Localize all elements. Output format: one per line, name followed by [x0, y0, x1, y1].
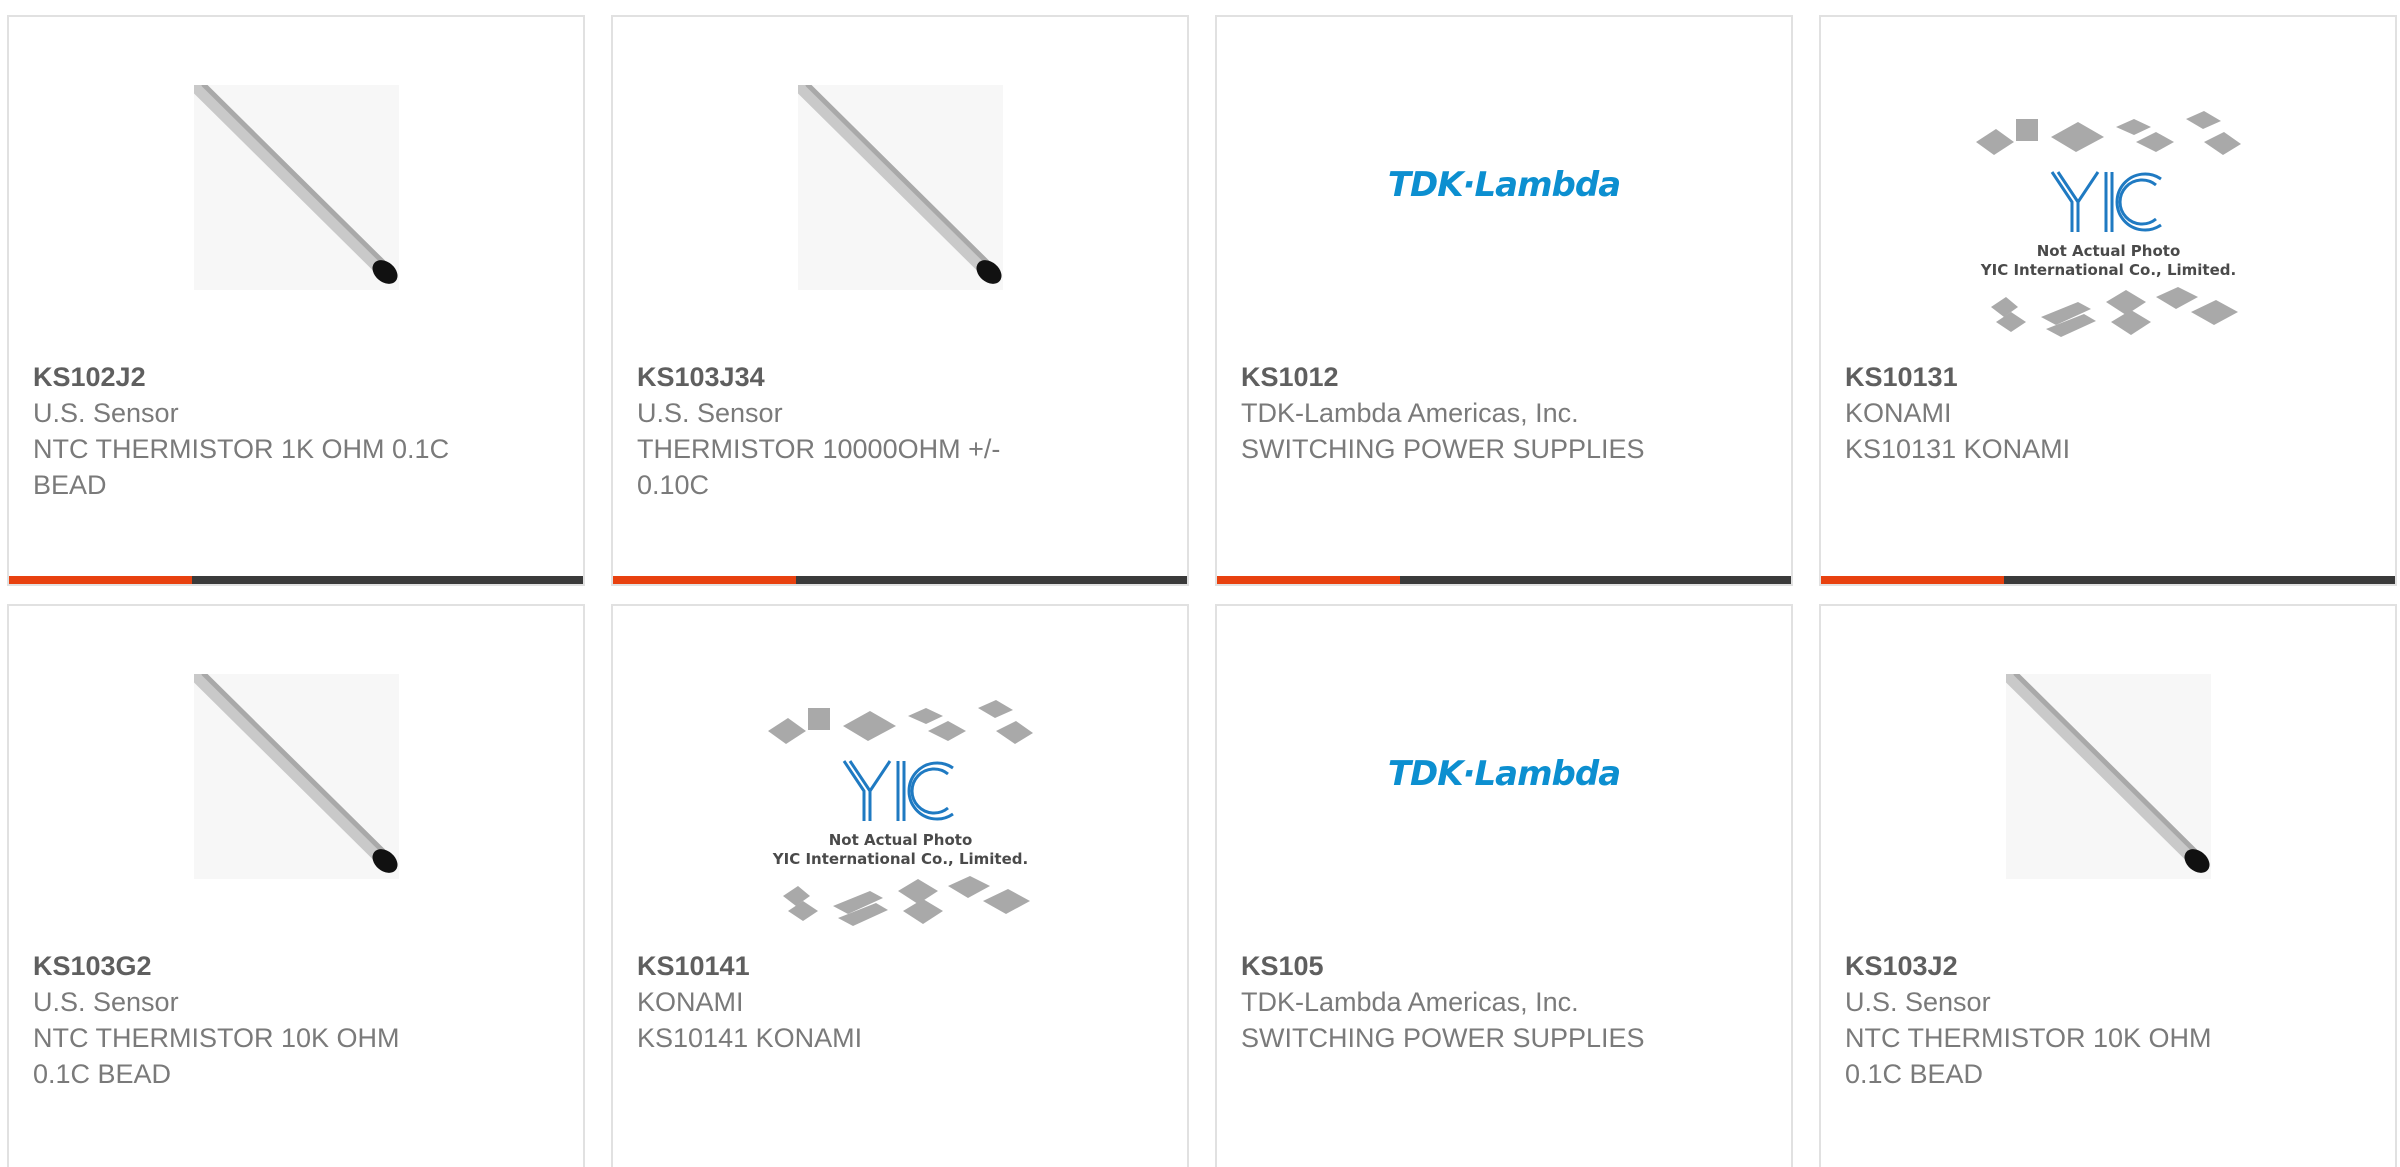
product-info: KS10141 KONAMI KS10141 KONAMI: [637, 948, 1057, 1056]
product-description: NTC THERMISTOR 1K OHM 0.1C BEAD: [33, 434, 450, 500]
manufacturer-name: TDK-Lambda Americas, Inc.: [1241, 398, 1579, 428]
part-number[interactable]: KS105: [1241, 948, 1661, 984]
thermistor-image: [194, 85, 399, 290]
part-number[interactable]: KS102J2: [33, 359, 453, 395]
card-bottom-bar: [613, 576, 1187, 584]
product-card[interactable]: KS103J2 U.S. Sensor NTC THERMISTOR 10K O…: [1819, 604, 2397, 1167]
yic-caption: Not Actual Photo YIC International Co., …: [772, 831, 1029, 868]
part-number[interactable]: KS1012: [1241, 359, 1661, 395]
product-description: SWITCHING POWER SUPPLIES: [1241, 434, 1645, 464]
part-number[interactable]: KS103J34: [637, 359, 1057, 395]
product-image-area: Not Actual Photo YIC International Co., …: [613, 606, 1187, 951]
product-info: KS103G2 U.S. Sensor NTC THERMISTOR 10K O…: [33, 948, 453, 1092]
product-info: KS103J2 U.S. Sensor NTC THERMISTOR 10K O…: [1845, 948, 2265, 1092]
tdk-lambda-logo: TDK·Lambda: [1387, 754, 1621, 794]
manufacturer-name: U.S. Sensor: [33, 987, 179, 1017]
product-image-area: Not Actual Photo YIC International Co., …: [1821, 17, 2395, 362]
manufacturer-name: U.S. Sensor: [1845, 987, 1991, 1017]
product-image-area: TDK·Lambda: [1217, 17, 1791, 362]
product-info: KS102J2 U.S. Sensor NTC THERMISTOR 1K OH…: [33, 359, 453, 503]
product-description: KS10131 KONAMI: [1845, 434, 2071, 464]
product-card[interactable]: TDK·Lambda KS105 TDK-Lambda Americas, In…: [1215, 604, 1793, 1167]
manufacturer-name: U.S. Sensor: [637, 398, 783, 428]
part-number[interactable]: KS10131: [1845, 359, 2265, 395]
product-description: KS10141 KONAMI: [637, 1023, 863, 1053]
yic-placeholder-image: Not Actual Photo YIC International Co., …: [758, 686, 1043, 941]
manufacturer-name: KONAMI: [1845, 398, 1952, 428]
product-image-area: TDK·Lambda: [1217, 606, 1791, 951]
part-number[interactable]: KS103J2: [1845, 948, 2265, 984]
product-description: SWITCHING POWER SUPPLIES: [1241, 1023, 1645, 1053]
product-info: KS1012 TDK-Lambda Americas, Inc. SWITCHI…: [1241, 359, 1661, 467]
product-card[interactable]: KS103J34 U.S. Sensor THERMISTOR 10000OHM…: [611, 15, 1189, 586]
product-info: KS103J34 U.S. Sensor THERMISTOR 10000OHM…: [637, 359, 1057, 503]
product-card[interactable]: Not Actual Photo YIC International Co., …: [1819, 15, 2397, 586]
product-info: KS105 TDK-Lambda Americas, Inc. SWITCHIN…: [1241, 948, 1661, 1056]
product-description: NTC THERMISTOR 10K OHM 0.1C BEAD: [1845, 1023, 2212, 1089]
part-number[interactable]: KS103G2: [33, 948, 453, 984]
product-grid: KS102J2 U.S. Sensor NTC THERMISTOR 1K OH…: [0, 0, 2400, 1167]
product-card[interactable]: KS102J2 U.S. Sensor NTC THERMISTOR 1K OH…: [7, 15, 585, 586]
product-card[interactable]: Not Actual Photo YIC International Co., …: [611, 604, 1189, 1167]
thermistor-image: [798, 85, 1003, 290]
card-bottom-bar: [9, 576, 583, 584]
thermistor-image: [2006, 674, 2211, 879]
card-bottom-bar: [1821, 576, 2395, 584]
product-card[interactable]: KS103G2 U.S. Sensor NTC THERMISTOR 10K O…: [7, 604, 585, 1167]
product-image-area: [9, 606, 583, 951]
product-image-area: [9, 17, 583, 362]
product-description: NTC THERMISTOR 10K OHM 0.1C BEAD: [33, 1023, 400, 1089]
card-bottom-bar: [1217, 576, 1791, 584]
yic-caption: Not Actual Photo YIC International Co., …: [1980, 242, 2237, 279]
manufacturer-name: U.S. Sensor: [33, 398, 179, 428]
part-number[interactable]: KS10141: [637, 948, 1057, 984]
thermistor-image: [194, 674, 399, 879]
yic-placeholder-image: Not Actual Photo YIC International Co., …: [1966, 97, 2251, 352]
product-image-area: [1821, 606, 2395, 951]
manufacturer-name: KONAMI: [637, 987, 744, 1017]
product-info: KS10131 KONAMI KS10131 KONAMI: [1845, 359, 2265, 467]
product-card[interactable]: TDK·Lambda KS1012 TDK-Lambda Americas, I…: [1215, 15, 1793, 586]
product-description: THERMISTOR 10000OHM +/- 0.10C: [637, 434, 1001, 500]
manufacturer-name: TDK-Lambda Americas, Inc.: [1241, 987, 1579, 1017]
product-image-area: [613, 17, 1187, 362]
tdk-lambda-logo: TDK·Lambda: [1387, 165, 1621, 205]
